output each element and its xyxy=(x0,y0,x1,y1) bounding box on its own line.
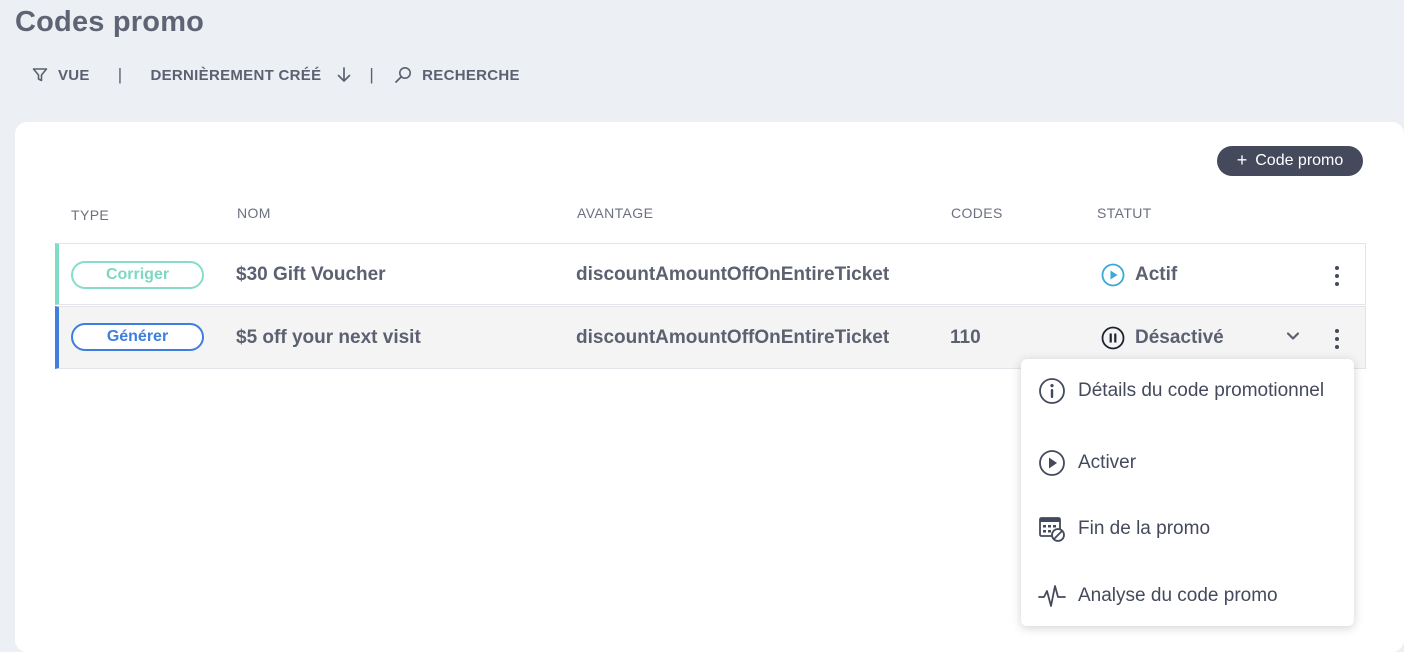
menu-item-label: Activer xyxy=(1078,452,1137,473)
view-filter-button[interactable]: VUE xyxy=(32,67,90,84)
status-indicator: Désactivé xyxy=(1101,326,1224,350)
type-badge[interactable]: Corriger xyxy=(71,261,204,289)
menu-item-label: Détails du code promotionnel xyxy=(1078,380,1325,401)
promo-benefit: discountAmountOffOnEntireTicket xyxy=(576,327,890,348)
type-badge[interactable]: Générer xyxy=(71,323,204,351)
menu-item-activate[interactable]: Activer xyxy=(1038,449,1136,477)
info-circle-icon xyxy=(1039,378,1065,404)
column-header-codes[interactable]: CODES xyxy=(951,205,1003,221)
column-header-type[interactable]: TYPE xyxy=(71,207,109,223)
promo-codes-count: 110 xyxy=(950,327,981,348)
status-label: Actif xyxy=(1135,264,1178,285)
play-circle-icon xyxy=(1101,263,1125,287)
add-promo-code-button[interactable]: + Code promo xyxy=(1217,146,1363,176)
play-circle-icon xyxy=(1039,450,1065,476)
status-label: Désactivé xyxy=(1135,327,1224,348)
calendar-block-icon xyxy=(1039,517,1065,542)
promo-name: $30 Gift Voucher xyxy=(236,264,386,285)
promo-name: $5 off your next visit xyxy=(236,327,421,348)
toolbar-separator: | xyxy=(117,65,123,84)
menu-item-details[interactable]: Détails du code promotionnel xyxy=(1038,377,1324,405)
arrow-down-icon xyxy=(338,67,351,82)
add-promo-code-label: Code promo xyxy=(1255,152,1344,169)
menu-item-label: Analyse du code promo xyxy=(1078,585,1278,606)
column-header-name[interactable]: NOM xyxy=(237,205,271,221)
column-header-status[interactable]: STATUT xyxy=(1097,205,1152,221)
pulse-icon xyxy=(1038,585,1066,607)
sort-button[interactable]: DERNIÈREMENT CRÉÉ xyxy=(150,67,351,84)
row-more-icon[interactable] xyxy=(1329,264,1345,288)
row-context-menu: Détails du code promotionnel Activer Fin… xyxy=(1021,359,1354,626)
filter-icon xyxy=(32,68,48,82)
menu-item-label: Fin de la promo xyxy=(1078,518,1211,539)
search-label: RECHERCHE xyxy=(422,66,520,84)
status-indicator: Actif xyxy=(1101,263,1177,287)
column-header-benefit[interactable]: AVANTAGE xyxy=(577,205,653,221)
search-button[interactable]: RECHERCHE xyxy=(394,66,520,84)
menu-item-end-promo[interactable]: Fin de la promo xyxy=(1038,515,1210,543)
promo-benefit: discountAmountOffOnEntireTicket xyxy=(576,264,890,285)
sort-label: DERNIÈREMENT CRÉÉ xyxy=(150,66,322,84)
chevron-down-icon[interactable] xyxy=(1284,327,1302,345)
pause-circle-icon xyxy=(1101,326,1125,350)
search-icon xyxy=(395,67,412,83)
page-title: Codes promo xyxy=(15,6,205,38)
menu-item-analytics[interactable]: Analyse du code promo xyxy=(1038,582,1278,610)
plus-icon: + xyxy=(1236,149,1248,170)
toolbar: VUE | DERNIÈREMENT CRÉÉ | RECHERCHE xyxy=(32,62,520,88)
view-filter-label: VUE xyxy=(58,66,90,84)
row-more-icon[interactable] xyxy=(1329,327,1345,351)
toolbar-separator: | xyxy=(369,65,375,84)
